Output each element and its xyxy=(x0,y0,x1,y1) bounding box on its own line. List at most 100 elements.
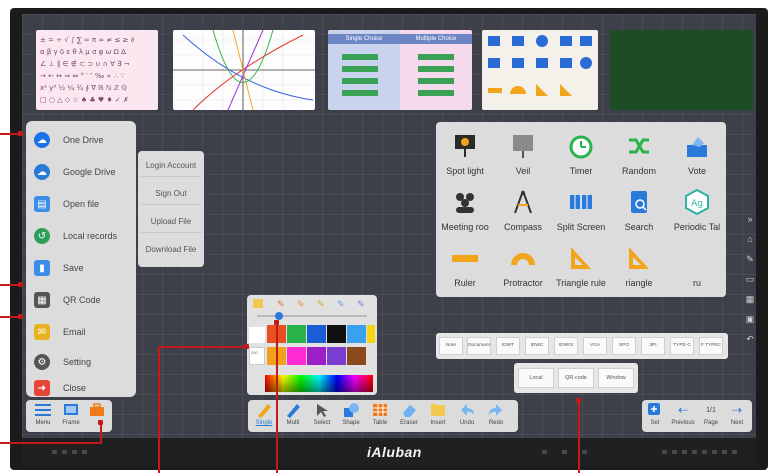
apps-icon[interactable]: ▦ xyxy=(745,294,755,304)
redo-button[interactable]: Redo xyxy=(483,402,509,430)
window-button[interactable]: Window xyxy=(598,368,634,388)
format-3pi[interactable]: 3PI xyxy=(641,337,665,355)
toolbox-button[interactable] xyxy=(84,402,110,430)
pencil-pen-icon[interactable]: ✎ xyxy=(317,299,325,310)
previous-page-button[interactable]: ⇠ Previous xyxy=(670,402,696,430)
expand-icon[interactable]: » xyxy=(745,214,755,224)
color-swatch-brown[interactable] xyxy=(347,347,366,365)
color-swatch-violet[interactable] xyxy=(327,347,346,365)
tool-label: Veil xyxy=(515,166,531,176)
menu-item-onedrive[interactable]: ☁ One Drive xyxy=(26,125,136,155)
tool-periodic-table[interactable]: Ag Periodic Tal xyxy=(668,184,726,240)
undo-button[interactable]: Undo xyxy=(454,402,480,430)
monitor-icon[interactable]: ▭ xyxy=(745,274,755,284)
page-toolbar: Set ⇠ Previous 1/1 Page ⇢ Next xyxy=(642,400,752,432)
highlighter-pen-icon[interactable]: ✎ xyxy=(337,299,345,310)
callout-line xyxy=(158,346,246,348)
tool-ruler-partial[interactable]: ru xyxy=(668,240,726,296)
tool-label: Spot light xyxy=(446,166,484,176)
tool-timer[interactable]: Timer xyxy=(552,128,610,184)
frame-button-label: Frame xyxy=(62,420,80,426)
multi-pen-button[interactable]: Multi xyxy=(280,402,306,430)
format-f-typec[interactable]: F TYPEC xyxy=(699,337,723,355)
tool-triangle[interactable]: riangle xyxy=(610,240,668,296)
page-thumbnail-3[interactable]: Single Choice Multiple Choice xyxy=(328,30,472,110)
tool-search[interactable]: Search xyxy=(610,184,668,240)
home-icon[interactable]: ⌂ xyxy=(745,234,755,244)
color-swatch-black[interactable] xyxy=(327,325,346,343)
page-thumbnail-1[interactable]: ± = ÷ √ ∫ ∑ ∞ π ≈ ≠ ≤ ≥ ∂ α β γ δ ε θ λ … xyxy=(36,30,158,110)
page-thumbnail-5[interactable] xyxy=(610,30,753,110)
color-swatch-blue[interactable] xyxy=(307,325,326,343)
triangle-ruler-icon xyxy=(567,244,595,272)
tool-protractor[interactable]: Protractor xyxy=(494,240,552,296)
tool-spotlight[interactable]: Spot light xyxy=(436,128,494,184)
menu-item-google-drive[interactable]: ☁ Google Drive xyxy=(26,157,136,187)
page-thumbnail-2[interactable] xyxy=(173,30,315,110)
menu-item-save[interactable]: ▮ Save xyxy=(26,253,136,283)
color-swatch-purple[interactable] xyxy=(307,347,326,365)
shape-button[interactable]: Shape xyxy=(338,402,364,430)
select-button[interactable]: Select xyxy=(309,402,335,430)
color-gradient-picker[interactable] xyxy=(265,375,373,392)
color-swatch-light-blue[interactable] xyxy=(347,325,366,343)
marker-pen-icon[interactable]: ✎ xyxy=(277,299,285,310)
format-note[interactable]: Note xyxy=(439,337,463,355)
tool-veil[interactable]: Veil xyxy=(494,128,552,184)
format-idwt[interactable]: IDWT xyxy=(496,337,520,355)
format-idwc[interactable]: IDWC xyxy=(525,337,549,355)
sign-out-button[interactable]: Sign Out xyxy=(141,183,201,205)
format-type-c[interactable]: TYPE-C xyxy=(670,337,694,355)
color-swatch-green[interactable] xyxy=(287,325,306,343)
tool-meeting-room[interactable]: Meeting roo xyxy=(436,184,494,240)
next-page-button[interactable]: ⇢ Next xyxy=(724,402,750,430)
menu-item-local-records[interactable]: ↺ Local records xyxy=(26,221,136,251)
single-pen-button[interactable]: Single xyxy=(251,402,277,430)
local-button[interactable]: Local xyxy=(518,368,554,388)
qr-code-button[interactable]: QR code xyxy=(558,368,594,388)
format-idwgi[interactable]: IDWGI xyxy=(554,337,578,355)
thickness-slider[interactable] xyxy=(257,312,367,320)
lock-icon[interactable]: ▣ xyxy=(745,314,755,324)
pen-folder-icon[interactable] xyxy=(253,299,263,308)
tool-split-screen[interactable]: Split Screen xyxy=(552,184,610,240)
soft-pen-icon[interactable]: ✎ xyxy=(357,299,365,310)
menu-item-email[interactable]: ✉ Email xyxy=(26,317,136,347)
tool-random[interactable]: Random xyxy=(610,128,668,184)
back-icon[interactable]: ↶ xyxy=(745,334,755,344)
yellow-swatch[interactable] xyxy=(367,325,375,343)
color-swatch-pink[interactable] xyxy=(287,347,306,365)
menu-button[interactable]: Menu xyxy=(30,402,56,430)
download-file-button[interactable]: Download File xyxy=(141,239,201,261)
insert-button[interactable]: Insert xyxy=(425,402,451,430)
tool-compass[interactable]: Compass xyxy=(494,184,552,240)
pen-icon[interactable]: ✎ xyxy=(745,254,755,264)
format-spo[interactable]: SPO xyxy=(612,337,636,355)
tool-ruler[interactable]: Ruler xyxy=(436,240,494,296)
thickness-slider-handle[interactable] xyxy=(275,312,283,320)
eraser-button[interactable]: Eraser xyxy=(396,402,422,430)
menu-item-close[interactable]: ➜ Close xyxy=(26,373,136,403)
cloud-icon: ☁ xyxy=(34,164,50,180)
tool-triangle-ruler[interactable]: Triangle rule xyxy=(552,240,610,296)
tool-vote[interactable]: Vote xyxy=(668,128,726,184)
thumbnail-left-title: Single Choice xyxy=(328,34,400,44)
callout-line xyxy=(158,346,160,473)
upload-file-button[interactable]: Upload File xyxy=(141,211,201,233)
page-thumbnail-4[interactable] xyxy=(482,30,598,110)
format-document[interactable]: Document xyxy=(467,337,491,355)
menu-item-qr-code[interactable]: ▦ QR Code xyxy=(26,285,136,315)
frame-button[interactable]: Frame xyxy=(58,402,84,430)
table-button[interactable]: Table xyxy=(367,402,393,430)
svg-text:α β γ δ ε θ λ μ σ φ ω Ω Δ: α β γ δ ε θ λ μ σ φ ω Ω Δ xyxy=(40,48,126,56)
tool-label: Triangle rule xyxy=(556,278,606,288)
color-swatch[interactable] xyxy=(249,327,268,345)
format-vga[interactable]: VGA xyxy=(583,337,607,355)
menu-item-open-file[interactable]: ▤ Open file xyxy=(26,189,136,219)
add-page-button[interactable]: Set xyxy=(642,402,668,430)
brush-pen-icon[interactable]: ✎ xyxy=(297,299,305,310)
whiteboard-canvas[interactable]: ± = ÷ √ ∫ ∑ ∞ π ≈ ≠ ≤ ≥ ∂ α β γ δ ε θ λ … xyxy=(22,14,756,438)
login-account-button[interactable]: Login Account xyxy=(141,155,201,177)
onedrive-icon: ☁ xyxy=(34,132,50,148)
hardware-button xyxy=(542,450,547,454)
